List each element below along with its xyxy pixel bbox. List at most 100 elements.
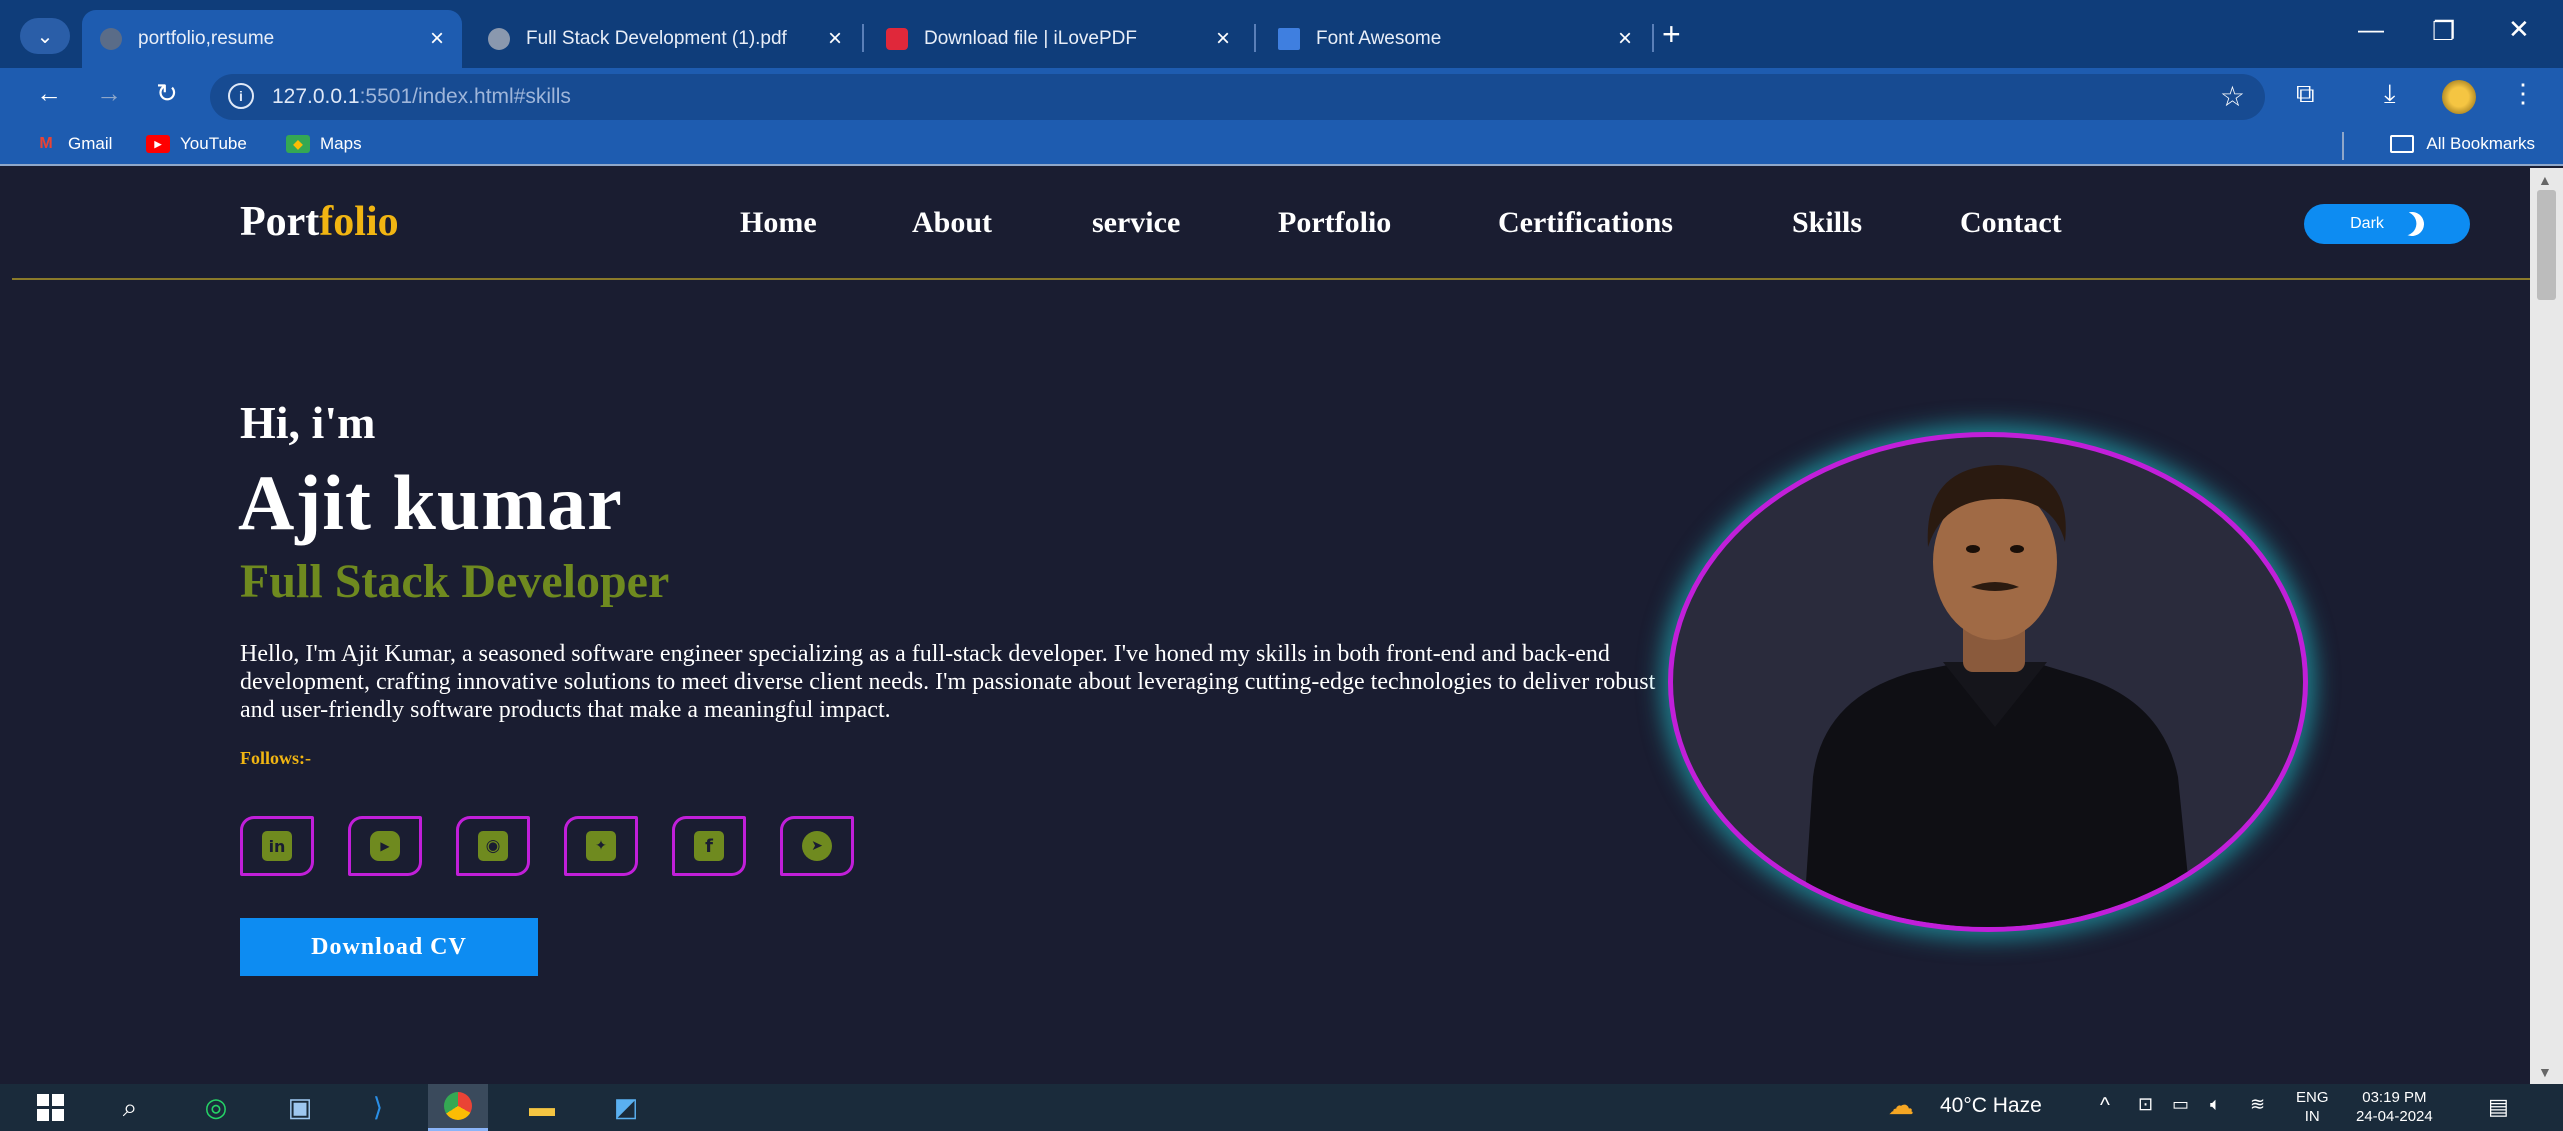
new-tab-button[interactable]: + [1662,16,1681,53]
notification-icon[interactable]: ▤ [2488,1094,2509,1120]
vscode-icon[interactable]: ⟩ [348,1084,408,1131]
social-facebook[interactable]: f [672,816,746,876]
close-icon[interactable]: × [1216,25,1230,53]
close-icon[interactable]: × [1618,25,1632,53]
tab-separator [1254,24,1256,52]
download-icon[interactable]: ⤓ [2384,78,2396,110]
greeting: Hi, i'm [240,397,376,448]
back-icon[interactable]: ← [36,78,62,109]
bookmark-youtube[interactable]: ▶ YouTube [146,134,247,154]
tab-title: Download file | iLovePDF [924,28,1137,49]
hero-name: Ajit kumar [238,459,623,546]
profile-photo [1668,432,2308,932]
tab-strip: ⌄ portfolio,resume × Full Stack Developm… [0,0,2563,68]
download-cv-button[interactable]: Download CV [240,918,538,976]
tab-search-button[interactable]: ⌄ [20,18,70,54]
linkedin-icon: in [262,831,292,861]
nav-about[interactable]: About [912,206,992,240]
logo-main: Port [240,199,320,245]
scroll-up-icon[interactable]: ▲ [2538,172,2552,188]
browser-toolbar: ← → ↻ i 127.0.0.1:5501/index.html#skills… [0,68,2563,126]
photos-icon[interactable]: ◩ [596,1084,656,1131]
facebook-icon: f [694,831,724,861]
scroll-down-icon[interactable]: ▼ [2538,1064,2552,1080]
minimize-icon[interactable]: — [2358,14,2384,45]
file-explorer-icon[interactable]: ▬ [512,1084,572,1131]
tab-pdf[interactable]: Full Stack Development (1).pdf × [470,10,860,68]
windows-taskbar: ⌕ ◎ ▣ ⟩ ▬ ◩ ☁ 40°C Haze ^ ⊡ ▭ 🔈︎ ≋ ENG I… [0,1084,2563,1131]
social-links: in ▶ ◉ ✦ f ➤ [240,816,854,876]
close-icon[interactable]: × [828,25,842,53]
bookmark-label: Maps [320,134,362,153]
clock-time: 03:19 PM [2362,1089,2427,1106]
page-scrollbar[interactable]: ▲ ▼ [2530,168,2563,1084]
chrome-icon[interactable] [428,1084,488,1131]
start-button[interactable] [20,1084,80,1131]
tab-font-awesome[interactable]: Font Awesome × [1260,10,1650,68]
github-icon: ◉ [478,831,508,861]
bookmark-gmail[interactable]: M Gmail [34,134,112,154]
close-icon[interactable]: × [430,25,444,53]
language-indicator[interactable]: ENG IN [2296,1088,2329,1126]
globe-icon [488,28,510,50]
menu-dots-icon[interactable]: ⋮ [2510,78,2536,109]
nav-home[interactable]: Home [740,206,817,240]
camera-app-icon[interactable]: ▣ [270,1084,330,1131]
moon-icon [2397,209,2428,240]
bookmark-star-icon[interactable]: ☆ [2220,80,2245,113]
social-github[interactable]: ◉ [456,816,530,876]
battery-icon[interactable]: ▭ [2172,1094,2189,1115]
whatsapp-icon[interactable]: ◎ [186,1084,246,1131]
tab-title: portfolio,resume [138,28,275,49]
tab-portfolio[interactable]: portfolio,resume × [82,10,462,68]
flag-icon [1278,28,1300,50]
system-clock[interactable]: 03:19 PM 24-04-2024 [2356,1088,2433,1126]
language-code: ENG [2296,1089,2329,1106]
reload-icon[interactable]: ↻ [156,78,178,109]
bookmark-label: YouTube [180,134,247,153]
url-host: 127.0.0.1 [272,85,360,108]
weather-text[interactable]: 40°C Haze [1940,1094,2042,1118]
wifi-icon[interactable]: ≋ [2250,1094,2265,1115]
tab-ilovepdf[interactable]: Download file | iLovePDF × [868,10,1248,68]
twitter-icon: ✦ [586,831,616,861]
follows-label: Follows:- [240,748,311,768]
all-bookmarks[interactable]: All Bookmarks [2390,134,2535,154]
restore-icon[interactable]: ❐ [2432,16,2455,47]
profile-avatar[interactable] [2442,80,2476,114]
volume-icon[interactable]: 🔈︎ [2210,1094,2221,1115]
nav-skills[interactable]: Skills [1792,206,1862,240]
site-logo[interactable]: Portfolio [240,198,399,246]
address-bar[interactable]: i 127.0.0.1:5501/index.html#skills ☆ [210,74,2265,120]
windows-icon [36,1094,64,1121]
tab-separator [862,24,864,52]
social-youtube[interactable]: ▶ [348,816,422,876]
social-telegram[interactable]: ➤ [780,816,854,876]
nav-certifications[interactable]: Certifications [1498,206,1673,240]
tray-devices-icon[interactable]: ⊡ [2138,1094,2153,1115]
scrollbar-thumb[interactable] [2537,190,2556,300]
tab-title: Font Awesome [1316,28,1442,49]
forward-icon[interactable]: → [96,78,122,109]
search-icon[interactable]: ⌕ [100,1084,160,1131]
dark-toggle-label: Dark [2350,215,2384,232]
social-linkedin[interactable]: in [240,816,314,876]
region-code: IN [2304,1108,2320,1125]
url-text: 127.0.0.1:5501/index.html#skills [272,85,571,109]
tray-chevron-icon[interactable]: ^ [2100,1094,2110,1118]
social-twitter[interactable]: ✦ [564,816,638,876]
chrome-logo [444,1092,472,1120]
bookmarks-bar: M Gmail ▶ YouTube ◆ Maps All Bookmarks [0,126,2563,166]
nav-service[interactable]: service [1092,206,1180,240]
nav-contact[interactable]: Contact [1960,206,2062,240]
close-window-icon[interactable]: ✕ [2508,14,2530,45]
gmail-icon: M [39,135,53,152]
dark-mode-toggle[interactable]: Dark [2304,204,2470,244]
url-path: :5501/index.html#skills [359,85,571,108]
bookmark-maps[interactable]: ◆ Maps [286,134,362,154]
nav-portfolio[interactable]: Portfolio [1278,206,1391,240]
youtube-icon: ▶ [146,135,170,153]
page-viewport: Portfolio Home About service Portfolio C… [12,168,2530,1084]
extensions-icon[interactable]: ⧉ [2296,78,2315,110]
site-info-icon[interactable]: i [228,83,254,109]
